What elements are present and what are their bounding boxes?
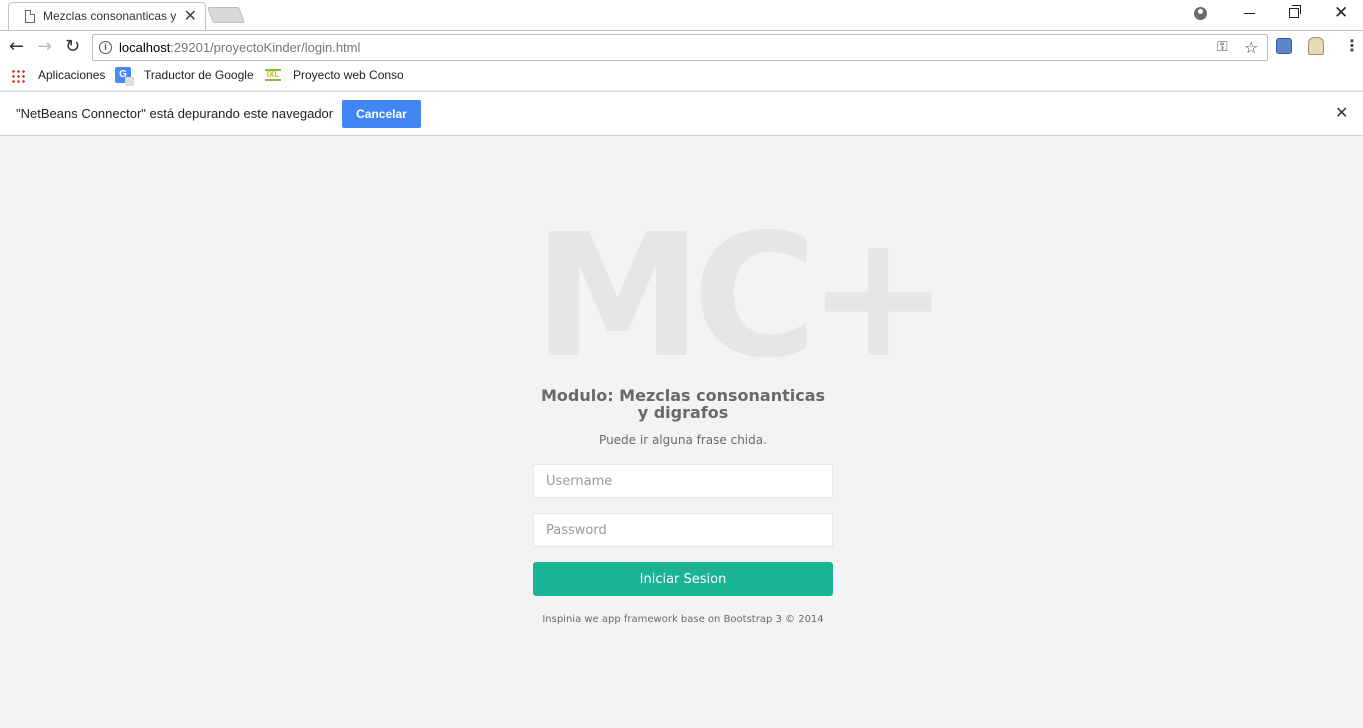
subtitle: Puede ir alguna frase chida.: [599, 433, 767, 447]
bookmark-traductor[interactable]: Traductor de Google: [144, 68, 254, 82]
restore-icon[interactable]: [1289, 5, 1301, 18]
bookmark-proyecto[interactable]: Proyecto web Conso: [293, 68, 403, 82]
bookmark-star-icon[interactable]: ☆: [1244, 38, 1258, 57]
profile-icon[interactable]: [1194, 7, 1207, 20]
url-text[interactable]: localhost:29201/proyectoKinder/login.htm…: [119, 40, 360, 55]
forward-arrow-icon[interactable]: →: [37, 36, 52, 57]
login-button[interactable]: Iniciar Sesion: [533, 562, 833, 596]
extension-person-icon[interactable]: [1308, 37, 1324, 55]
infobar-close-icon[interactable]: ✕: [1335, 103, 1348, 122]
extension-cube-icon[interactable]: [1276, 38, 1292, 54]
bookmarks-bar: Aplicaciones G Traductor de Google IXL P…: [0, 63, 1363, 90]
bookmark-aplicaciones[interactable]: Aplicaciones: [38, 68, 105, 82]
google-translate-icon[interactable]: G: [115, 67, 134, 86]
logo: MC+: [533, 198, 949, 396]
address-bar[interactable]: i localhost:29201/proyectoKinder/login.h…: [92, 34, 1268, 61]
browser-toolbar: ← → ↻ i localhost:29201/proyectoKinder/l…: [0, 30, 1363, 63]
page-title: Modulo: Mezclas consonanticas y digrafos: [540, 386, 826, 422]
tab-strip: Mezclas consonanticas y ✕ ✕: [0, 0, 1363, 30]
new-tab-button[interactable]: [207, 7, 245, 23]
footer-text: Inspinia we app framework base on Bootst…: [542, 614, 824, 625]
back-arrow-icon[interactable]: ←: [9, 36, 24, 57]
key-icon[interactable]: ⚿: [1217, 39, 1228, 55]
infobar-message: "NetBeans Connector" está depurando este…: [16, 106, 334, 121]
url-host: localhost: [119, 40, 171, 55]
close-window-icon[interactable]: ✕: [1334, 3, 1348, 23]
apps-grid-icon[interactable]: [11, 69, 25, 83]
tab-title: Mezclas consonanticas y: [43, 9, 177, 23]
debugger-infobar: "NetBeans Connector" está depurando este…: [0, 91, 1363, 135]
cancel-button[interactable]: Cancelar: [342, 100, 421, 128]
ixl-icon[interactable]: IXL: [265, 69, 281, 81]
browser-menu-icon[interactable]: ⋮: [1344, 36, 1360, 55]
browser-tab[interactable]: Mezclas consonanticas y ✕: [8, 2, 206, 30]
document-icon: [25, 10, 35, 23]
tab-close-icon[interactable]: ✕: [184, 6, 197, 25]
password-field[interactable]: [533, 513, 833, 547]
url-path: :29201/proyectoKinder/login.html: [170, 40, 361, 55]
minimize-icon[interactable]: [1244, 13, 1255, 14]
username-field[interactable]: [533, 464, 833, 498]
login-page: MC+ Modulo: Mezclas consonanticas y digr…: [0, 136, 1363, 728]
info-icon[interactable]: i: [99, 41, 112, 54]
reload-icon[interactable]: ↻: [65, 36, 80, 57]
